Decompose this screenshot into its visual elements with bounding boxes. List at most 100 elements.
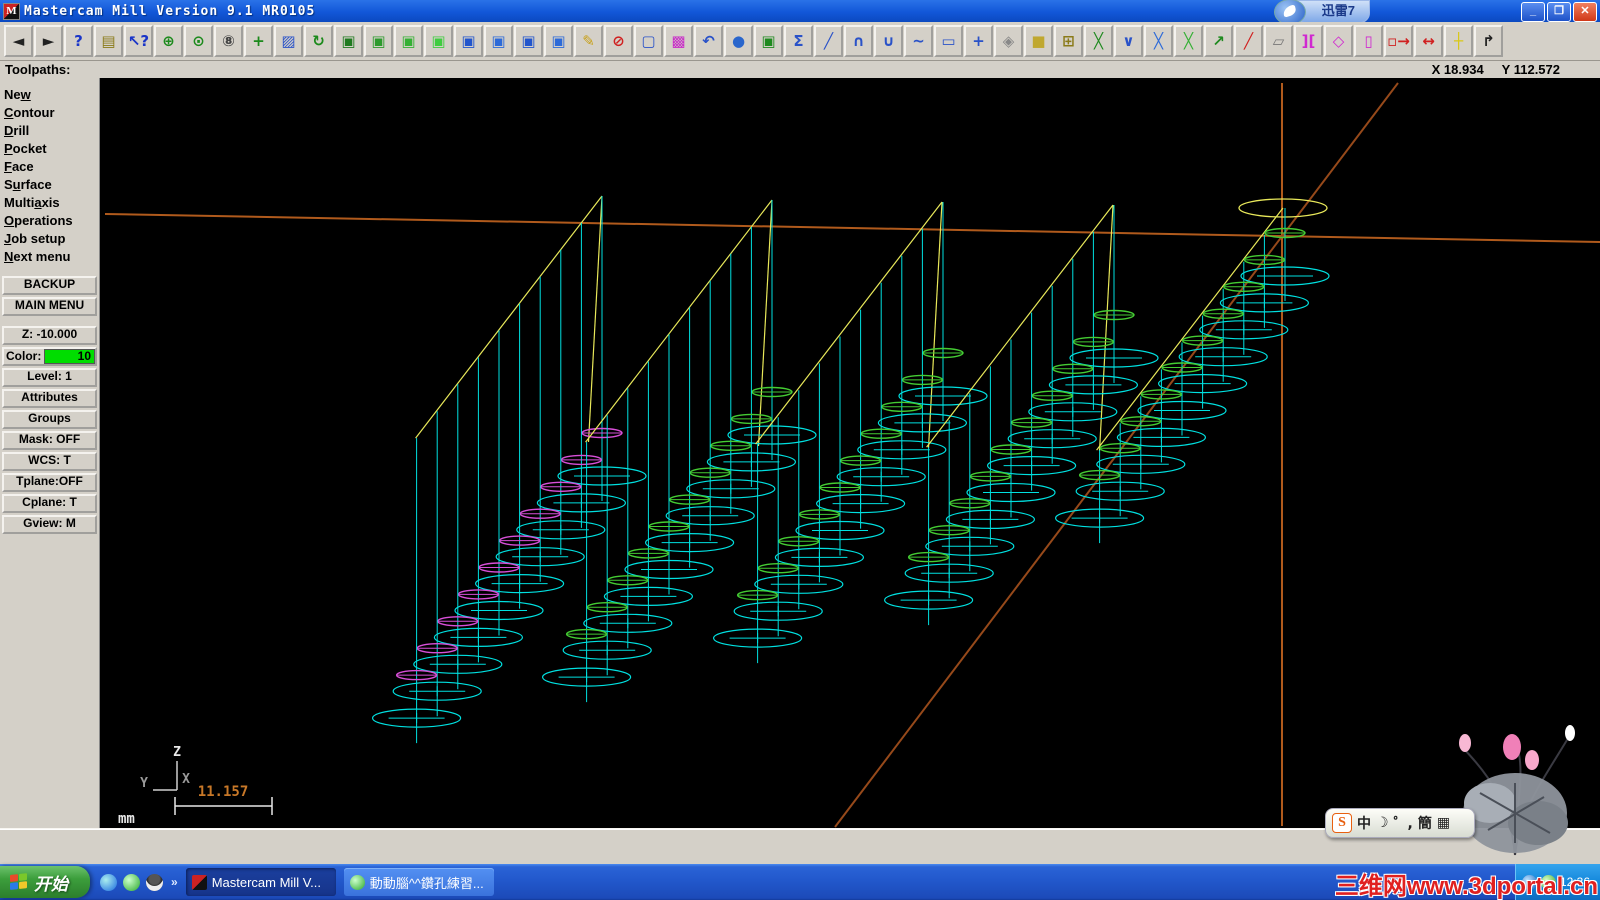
- cplane-button[interactable]: Cplane: T: [2, 494, 97, 513]
- zoom-window-icon[interactable]: ⊙: [184, 25, 213, 57]
- surface-icon[interactable]: ◈: [994, 25, 1023, 57]
- break-icon[interactable]: ╳: [1174, 25, 1203, 57]
- taskbar-task-2[interactable]: 動動腦^^鑽孔練習...: [343, 868, 494, 896]
- solids-icon[interactable]: ■: [1024, 25, 1053, 57]
- create-line-icon[interactable]: ╱: [814, 25, 843, 57]
- tplane-button[interactable]: Tplane:OFF: [2, 473, 97, 492]
- wcs-button[interactable]: WCS: T: [2, 452, 97, 471]
- sidebar-item-surface[interactable]: Surface: [0, 176, 99, 194]
- analyze-sigma-icon[interactable]: Σ: [784, 25, 813, 57]
- tray-globe-icon[interactable]: [1522, 874, 1537, 890]
- direction-arrow-icon[interactable]: ↗: [1204, 25, 1233, 57]
- ime-toolbar[interactable]: S 中 ☽ ゜, 簡 ▦: [1325, 808, 1475, 838]
- create-point-icon[interactable]: +: [964, 25, 993, 57]
- create-arc-icon[interactable]: ∩: [844, 25, 873, 57]
- shading-sphere-icon[interactable]: ●: [724, 25, 753, 57]
- gview-front-icon[interactable]: ▣: [484, 25, 513, 57]
- start-button[interactable]: 开始: [0, 866, 90, 898]
- trim-brackets-icon[interactable]: ][: [1294, 25, 1323, 57]
- trim-two-icon[interactable]: ∨: [1114, 25, 1143, 57]
- sidebar-item-contour[interactable]: Contour: [0, 104, 99, 122]
- xform-mirror-icon[interactable]: ↔: [1414, 25, 1443, 57]
- drill-row-1[interactable]: [372, 195, 647, 744]
- sidebar-item-drill[interactable]: Drill: [0, 122, 99, 140]
- xform-icon[interactable]: ▩: [664, 25, 693, 57]
- ie-icon[interactable]: [100, 873, 117, 891]
- minimize-button[interactable]: _: [1521, 2, 1545, 22]
- main-menu-button[interactable]: MAIN MENU: [2, 297, 97, 316]
- xunlei-widget[interactable]: 迅雷7: [1273, 0, 1370, 25]
- trim-one-icon[interactable]: ╳: [1084, 25, 1113, 57]
- gview-button[interactable]: Gview: M: [2, 515, 97, 534]
- sketch-pencil-icon[interactable]: ✎: [574, 25, 603, 57]
- xform-offset-icon[interactable]: ▫→: [1384, 25, 1413, 57]
- copy-entities-icon[interactable]: ▢: [634, 25, 663, 57]
- graphics-viewport[interactable]: Z X Y 11.157 mm: [100, 78, 1600, 828]
- xform-scale-icon[interactable]: ◇: [1324, 25, 1353, 57]
- xyz-axes-icon[interactable]: ↱: [1474, 25, 1503, 57]
- sidebar-item-job-setup[interactable]: Job setup: [0, 230, 99, 248]
- z-button[interactable]: Z: -10.000: [2, 326, 97, 345]
- sidebar-item-next-menu[interactable]: Next menu: [0, 248, 99, 266]
- undo-icon[interactable]: ↶: [694, 25, 723, 57]
- xform-stretch-icon[interactable]: ▯: [1354, 25, 1383, 57]
- drill-row-2[interactable]: [542, 199, 817, 703]
- ime-keyboard-icon[interactable]: ▦: [1437, 815, 1450, 831]
- toolpath-manager-icon[interactable]: ⊞: [1054, 25, 1083, 57]
- qq-penguin-icon[interactable]: [146, 873, 163, 891]
- backup-button[interactable]: BACKUP: [2, 276, 97, 295]
- dynamic-rotate-icon[interactable]: ↻: [304, 25, 333, 57]
- groups-button[interactable]: Groups: [2, 410, 97, 429]
- gview-isometric-icon[interactable]: ▣: [334, 25, 363, 57]
- ime-simplified-toggle[interactable]: 簡: [1418, 813, 1432, 833]
- cplane-icon[interactable]: ▱: [1264, 25, 1293, 57]
- diagonal-line[interactable]: [834, 82, 1399, 828]
- create-rectangle-icon[interactable]: ▭: [934, 25, 963, 57]
- drill-row-4[interactable]: [883, 204, 1159, 626]
- ime-punct-toggle[interactable]: ゜,: [1394, 813, 1413, 833]
- back-icon[interactable]: ◄: [4, 25, 33, 57]
- grid-icon[interactable]: ┼: [1444, 25, 1473, 57]
- taskbar-task-1[interactable]: Mastercam Mill V...: [185, 868, 336, 896]
- trim-three-icon[interactable]: ╳: [1144, 25, 1173, 57]
- color-button[interactable]: Color: 10: [2, 347, 97, 366]
- sidebar-item-pocket[interactable]: Pocket: [0, 140, 99, 158]
- forward-icon[interactable]: ►: [34, 25, 63, 57]
- sidebar-item-multiaxis[interactable]: Multiaxis: [0, 194, 99, 212]
- repaint-icon[interactable]: ▨: [274, 25, 303, 57]
- gview-cube2-icon[interactable]: ▣: [364, 25, 393, 57]
- delete-icon[interactable]: ⊘: [604, 25, 633, 57]
- title-bar[interactable]: M Mastercam Mill Version 9.1 MR0105 迅雷7 …: [0, 0, 1600, 25]
- x-axis-line[interactable]: [104, 213, 1600, 243]
- cursor-help-icon[interactable]: ↖?: [124, 25, 153, 57]
- ime-moon-icon[interactable]: ☽: [1376, 815, 1389, 831]
- gview-top-icon[interactable]: ▣: [454, 25, 483, 57]
- close-button[interactable]: ✕: [1573, 2, 1597, 22]
- attributes-button[interactable]: Attributes: [2, 389, 97, 408]
- green-browser-icon[interactable]: [123, 873, 140, 891]
- sidebar-item-face[interactable]: Face: [0, 158, 99, 176]
- maximize-button[interactable]: ❐: [1547, 2, 1571, 22]
- gview-back-icon[interactable]: ▣: [544, 25, 573, 57]
- sidebar-item-operations[interactable]: Operations: [0, 212, 99, 230]
- create-fillet-icon[interactable]: ∪: [874, 25, 903, 57]
- ime-logo-icon[interactable]: S: [1332, 813, 1352, 833]
- screen-objects-icon[interactable]: ▣: [754, 25, 783, 57]
- unzoom-icon[interactable]: ⑧: [214, 25, 243, 57]
- analyze-line-icon[interactable]: ╱: [1234, 25, 1263, 57]
- file-cabinet-icon[interactable]: ▤: [94, 25, 123, 57]
- help-icon[interactable]: ?: [64, 25, 93, 57]
- ime-lang-toggle[interactable]: 中: [1357, 813, 1371, 833]
- gview-cube3-icon[interactable]: ▣: [394, 25, 423, 57]
- drill-row-3[interactable]: [712, 201, 988, 664]
- sidebar-item-new[interactable]: New: [0, 86, 99, 104]
- gview-cube4-icon[interactable]: ▣: [424, 25, 453, 57]
- create-spline-icon[interactable]: ~: [904, 25, 933, 57]
- fit-screen-icon[interactable]: +: [244, 25, 273, 57]
- quick-launch-overflow-chevron[interactable]: »: [171, 875, 178, 889]
- gview-side-icon[interactable]: ▣: [514, 25, 543, 57]
- drill-row-5[interactable]: [1054, 198, 1330, 544]
- mask-button[interactable]: Mask: OFF: [2, 431, 97, 450]
- level-button[interactable]: Level: 1: [2, 368, 97, 387]
- tray-green-icon[interactable]: [1541, 874, 1556, 890]
